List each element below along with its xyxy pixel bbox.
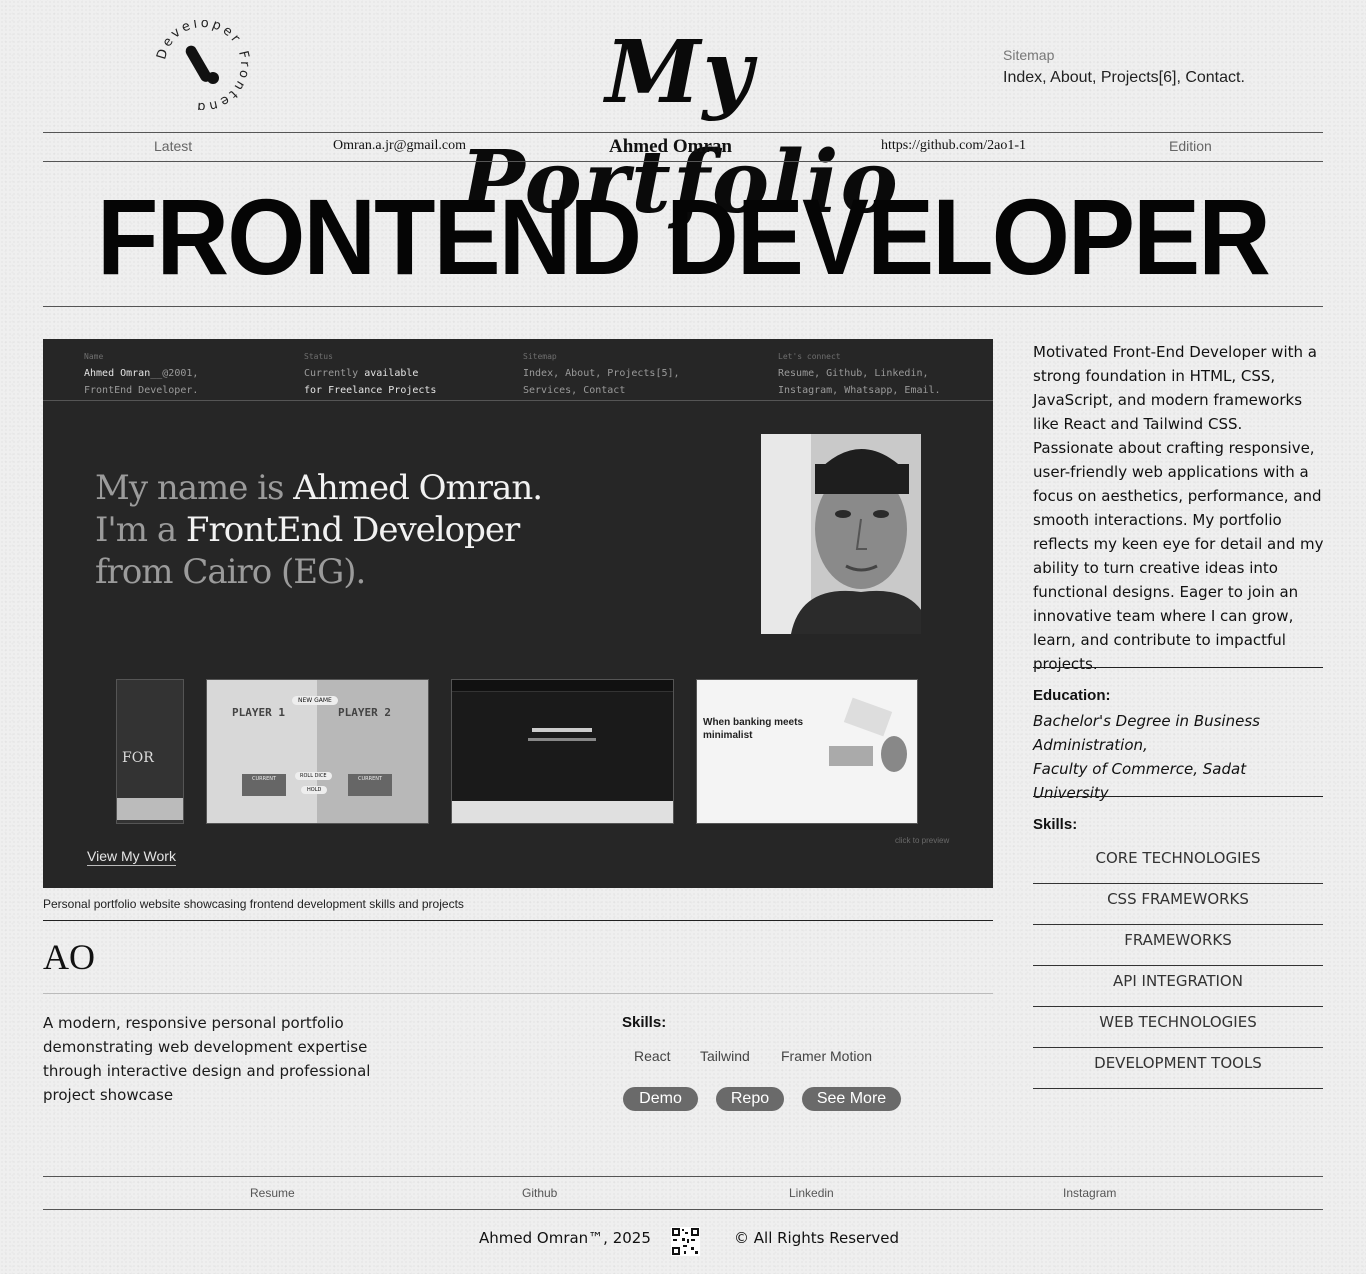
skill-tag: Framer Motion xyxy=(781,1048,873,1064)
divider xyxy=(1033,796,1323,797)
thumb-text: When banking meets minimalist xyxy=(703,717,804,741)
about-bio: Motivated Front-End Developer with a str… xyxy=(1033,343,1324,673)
preview-name-col: Name Ahmed Omran__@2001, FrontEnd Develo… xyxy=(84,348,198,399)
see-more-button[interactable]: See More xyxy=(802,1087,901,1111)
project-preview[interactable]: Name Ahmed Omran__@2001, FrontEnd Develo… xyxy=(43,339,993,888)
skill-tag: Tailwind xyxy=(700,1048,750,1064)
footer-instagram-link[interactable]: Instagram xyxy=(1063,1186,1116,1200)
thumb-strip xyxy=(117,798,183,820)
education-school: Faculty of Commerce, Sadat University xyxy=(1033,760,1247,802)
sitemap-links[interactable]: Index, About, Projects[6], Contact. xyxy=(1003,69,1245,87)
qr-code-icon xyxy=(671,1227,700,1256)
preview-text: for Freelance Projects xyxy=(304,385,437,396)
preview-text: Index, About, Projects[5], xyxy=(523,368,680,379)
preview-text: Currently xyxy=(304,368,365,379)
thumb-text: NEW GAME xyxy=(292,696,338,705)
view-my-work-link[interactable]: View My Work xyxy=(87,848,176,866)
skill-category-core[interactable]: CORE TECHNOLOGIES xyxy=(1033,843,1323,884)
preview-text: __@2001, xyxy=(150,368,199,379)
project-thumbnail-bank[interactable]: When banking meets minimalist xyxy=(696,679,918,824)
thumb-text: HOLD xyxy=(301,786,328,794)
skill-tag: React xyxy=(634,1048,671,1064)
project-thumbnail-arabic-site[interactable] xyxy=(451,679,674,824)
logo-badge[interactable]: Developer Frontend xyxy=(154,16,251,115)
footer-linkedin-link[interactable]: Linkedin xyxy=(789,1186,834,1200)
skill-category-api[interactable]: API INTEGRATION xyxy=(1033,966,1323,1007)
preview-status-col: Status Currently available for Freelance… xyxy=(304,348,436,399)
skill-category-css[interactable]: CSS FRAMEWORKS xyxy=(1033,884,1323,925)
preview-label: Name xyxy=(84,352,104,361)
divider xyxy=(43,132,1323,133)
project-thumbnail-dice-game[interactable]: NEW GAME PLAYER 1 PLAYER 2 CURRENT CURRE… xyxy=(206,679,429,824)
skill-category-tools[interactable]: DEVELOPMENT TOOLS xyxy=(1033,1048,1323,1089)
divider xyxy=(43,920,993,921)
divider xyxy=(43,161,1323,162)
preview-intro: My name is Ahmed Omran. I'm a FrontEnd D… xyxy=(95,467,655,593)
meta-github-link[interactable]: https://github.com/2ao1-1 xyxy=(881,138,1026,154)
demo-button[interactable]: Demo xyxy=(623,1087,698,1111)
footer-resume-link[interactable]: Resume xyxy=(250,1186,295,1200)
thumb-text: PLAYER 1 xyxy=(232,706,285,719)
copyright-rights: © All Rights Reserved xyxy=(734,1229,900,1247)
project-logo: AO xyxy=(43,937,95,977)
preview-text: Ahmed Omran xyxy=(84,368,151,379)
project-skills-label: Skills: xyxy=(622,1014,667,1031)
meta-email-link[interactable]: Omran.a.jr@gmail.com xyxy=(333,138,466,154)
preview-text: Resume, Github, Linkedin, xyxy=(778,368,929,379)
skill-category-frameworks[interactable]: FRAMEWORKS xyxy=(1033,925,1323,966)
footer-github-link[interactable]: Github xyxy=(522,1186,557,1200)
intro-text: My name is xyxy=(95,468,294,508)
meta-author-name: Ahmed Omran xyxy=(609,136,732,157)
skill-category-web[interactable]: WEB TECHNOLOGIES xyxy=(1033,1007,1323,1048)
preview-label: Let's connect xyxy=(778,352,841,361)
intro-text: from Cairo (EG). xyxy=(95,552,366,592)
thumb-text: CURRENT xyxy=(348,774,392,796)
thumb-text: FOR xyxy=(122,750,154,766)
sitemap-label: Sitemap xyxy=(1003,47,1055,63)
project-description: A modern, responsive personal portfolio … xyxy=(43,1014,371,1104)
meta-edition: Edition xyxy=(1169,138,1212,154)
thumb-text: CURRENT xyxy=(242,774,286,796)
profile-photo xyxy=(761,434,921,634)
divider xyxy=(43,306,1323,307)
education-body: Bachelor's Degree in Business Administra… xyxy=(1033,709,1325,805)
divider xyxy=(1033,667,1323,668)
thumb-text: PLAYER 2 xyxy=(338,706,391,719)
preview-connect-col: Let's connect Resume, Github, Linkedin, … xyxy=(778,348,941,399)
project-caption: Personal portfolio website showcasing fr… xyxy=(43,897,464,911)
preview-text: FrontEnd Developer. xyxy=(84,385,199,396)
click-to-preview-hint: click to preview xyxy=(895,836,950,845)
preview-divider xyxy=(43,400,993,401)
headline: FRONTEND DEVELOPER xyxy=(97,176,1271,297)
copyright-name: Ahmed Omran™, 2025 xyxy=(479,1229,651,1247)
meta-latest: Latest xyxy=(154,138,193,154)
preview-text: available xyxy=(364,368,419,379)
divider xyxy=(43,1209,1323,1210)
thumb-text: ROLL DICE xyxy=(295,772,332,780)
education-degree: Bachelor's Degree in Business Administra… xyxy=(1033,712,1260,754)
education-title: Education: xyxy=(1033,687,1111,704)
repo-button[interactable]: Repo xyxy=(716,1087,784,1111)
logo-icon: Developer Frontend xyxy=(154,16,249,115)
intro-text: FrontEnd Developer xyxy=(185,510,520,550)
intro-text: I'm a xyxy=(95,510,186,550)
divider xyxy=(43,1176,1323,1177)
preview-label: Sitemap xyxy=(523,352,557,361)
divider xyxy=(43,993,993,994)
skills-title: Skills: xyxy=(1033,816,1078,833)
preview-sitemap-col: Sitemap Index, About, Projects[5], Servi… xyxy=(523,348,680,399)
preview-text: Instagram, Whatsapp, Email. xyxy=(778,385,941,396)
site-title: My Portfolio xyxy=(460,22,900,233)
intro-text: Ahmed Omran. xyxy=(293,468,543,508)
project-thumbnail[interactable]: FOR xyxy=(116,679,184,824)
preview-label: Status xyxy=(304,352,333,361)
preview-text: Services, Contact xyxy=(523,385,626,396)
